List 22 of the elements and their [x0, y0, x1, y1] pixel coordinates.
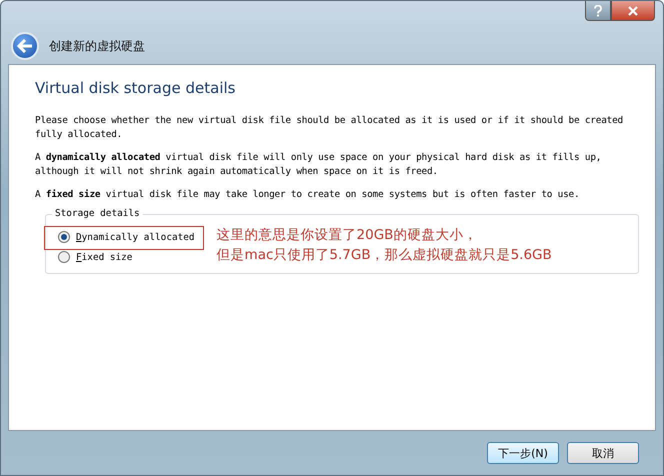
dialog-button[interactable]: 下一步(N): [487, 442, 559, 464]
radio-option[interactable]: Fixed size: [58, 251, 195, 263]
radio-button[interactable]: [58, 231, 70, 243]
radio-label: Fixed size: [76, 252, 132, 262]
annotation-text: 这里的意思是你设置了20GB的硬盘大小，: [216, 226, 478, 245]
annotation-text: 但是mac只使用了5.7GB，那么虚拟硬盘就只是5.6GB: [216, 246, 552, 265]
radio-label: Dynamically allocated: [76, 232, 195, 242]
back-arrow-icon: [17, 39, 33, 53]
close-button[interactable]: [611, 1, 655, 21]
close-icon: [627, 6, 639, 16]
back-button[interactable]: [11, 32, 39, 60]
dialog-button[interactable]: 取消: [567, 442, 639, 464]
help-icon: [593, 4, 603, 16]
group-title: Storage details: [52, 208, 143, 219]
paragraph: A fixed size virtual disk file may take longer to create on some systems but is often faster to use.: [35, 188, 580, 202]
radio-option[interactable]: Dynamically allocated: [58, 231, 195, 243]
window-title: 创建新的虚拟硬盘: [49, 38, 145, 54]
radio-button[interactable]: [58, 251, 70, 263]
page-heading: Virtual disk storage details: [35, 79, 236, 97]
paragraph: A dynamically allocated virtual disk file will only use space on your physical hard disk as it fills up, although it will not shrink again automatically when space on it is freed.: [35, 151, 602, 179]
help-button[interactable]: [585, 1, 611, 21]
paragraph: Please choose whether the new virtual disk file should be allocated as it is used or if it should be created fully allocated.: [35, 114, 624, 142]
